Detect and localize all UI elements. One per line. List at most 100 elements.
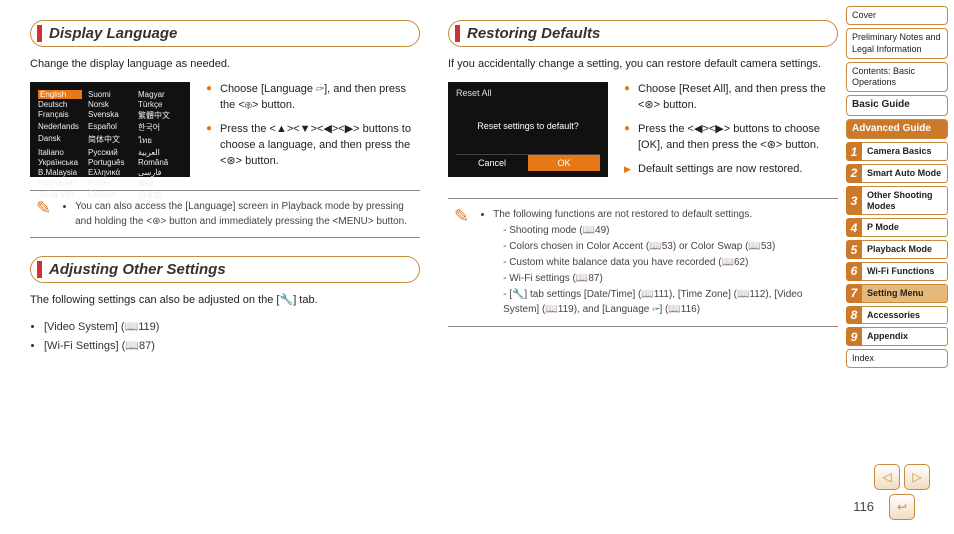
back-button[interactable]: ↩ bbox=[889, 494, 915, 520]
sidebar-num: 1 bbox=[846, 142, 862, 161]
sidebar-label: Setting Menu bbox=[862, 284, 948, 303]
sidebar-num: 4 bbox=[846, 218, 862, 237]
sidebar-item[interactable]: Contents: Basic Operations bbox=[846, 62, 948, 93]
display-language-intro: Change the display language as needed. bbox=[30, 57, 420, 72]
note-sub-list: - Shooting mode (📖49)- Colors chosen in … bbox=[493, 223, 832, 317]
note-sub-item: - Custom white balance data you have rec… bbox=[503, 255, 832, 270]
language-option: Norsk bbox=[88, 100, 132, 109]
sidebar-index[interactable]: Index bbox=[846, 349, 948, 368]
note-sub-item: - Wi-Fi settings (📖87) bbox=[503, 271, 832, 286]
adjust-list: [Video System] (📖119)[Wi-Fi Settings] (📖… bbox=[30, 318, 420, 355]
sidebar-label: P Mode bbox=[862, 218, 948, 237]
language-option: Română bbox=[138, 158, 182, 167]
sidebar-sub-item[interactable]: 7Setting Menu bbox=[846, 284, 948, 303]
language-option: Türkçe bbox=[138, 100, 182, 109]
language-option: العربية bbox=[138, 148, 182, 157]
prev-page-button[interactable]: ◁ bbox=[874, 464, 900, 490]
language-option: Español bbox=[88, 122, 132, 133]
right-column: Restoring Defaults If you accidentally c… bbox=[448, 20, 838, 524]
sidebar-sub-item[interactable]: 4P Mode bbox=[846, 218, 948, 237]
restore-steps: Choose [Reset All], and then press the <… bbox=[624, 82, 838, 186]
display-language-steps: Choose [Language 🖙], and then press the … bbox=[206, 82, 420, 178]
reset-title: Reset All bbox=[456, 88, 600, 98]
sidebar-label: Smart Auto Mode bbox=[862, 164, 948, 183]
sidebar-num: 7 bbox=[846, 284, 862, 303]
sidebar-nav: Cover Preliminary Notes and Legal Informa… bbox=[846, 0, 954, 534]
reset-screen-thumb: Reset All Reset settings to default? Can… bbox=[448, 82, 608, 177]
step-result: Default settings are now restored. bbox=[624, 162, 838, 178]
sidebar-label: Accessories bbox=[862, 306, 948, 325]
note-list: You can also access the [Language] scree… bbox=[61, 199, 414, 229]
sidebar-label: Camera Basics bbox=[862, 142, 948, 161]
sidebar-label: Wi-Fi Functions bbox=[862, 262, 948, 281]
sidebar-item[interactable]: Preliminary Notes and Legal Information bbox=[846, 28, 948, 59]
language-option: 繁體中文 bbox=[138, 110, 182, 121]
section-title: Restoring Defaults bbox=[467, 25, 825, 42]
sidebar-sub-item[interactable]: 5Playback Mode bbox=[846, 240, 948, 259]
restoring-defaults-intro: If you accidentally change a setting, yo… bbox=[448, 57, 838, 72]
sidebar-sub-item[interactable]: 9Appendix bbox=[846, 327, 948, 346]
language-option: Svenska bbox=[88, 110, 132, 121]
sidebar-sub-item[interactable]: 1Camera Basics bbox=[846, 142, 948, 161]
sidebar-basic-guide[interactable]: Basic Guide bbox=[846, 95, 948, 116]
footer-nav: ◁ ▷ ↩ bbox=[874, 464, 930, 520]
sidebar-num: 3 bbox=[846, 186, 862, 216]
reset-buttons: Cancel OK bbox=[456, 154, 600, 171]
cancel-label: Cancel bbox=[456, 155, 528, 171]
language-screen-thumb: EnglishSuomiMagyarDeutschNorskTürkçeFran… bbox=[30, 82, 190, 177]
sidebar-num: 8 bbox=[846, 306, 862, 325]
reset-message: Reset settings to default? bbox=[456, 121, 600, 131]
sidebar-num: 6 bbox=[846, 262, 862, 281]
sidebar-num: 9 bbox=[846, 327, 862, 346]
sidebar-sub-item[interactable]: 8Accessories bbox=[846, 306, 948, 325]
step-item: Choose [Reset All], and then press the <… bbox=[624, 82, 838, 114]
note-lead-text: The following functions are not restored… bbox=[493, 209, 752, 220]
manual-page: Display Language Change the display lang… bbox=[0, 0, 954, 534]
adjust-item: [Video System] (📖119) bbox=[44, 318, 420, 337]
pencil-icon: ✎ bbox=[36, 199, 51, 229]
sidebar-sub-item[interactable]: 2Smart Auto Mode bbox=[846, 164, 948, 183]
sidebar-num: 2 bbox=[846, 164, 862, 183]
adjusting-settings-intro: The following settings can also be adjus… bbox=[30, 293, 420, 308]
section-title: Display Language bbox=[49, 25, 407, 42]
restoring-defaults-header: Restoring Defaults bbox=[448, 20, 838, 47]
language-option: English bbox=[38, 90, 82, 99]
language-option: Polski bbox=[88, 178, 132, 189]
language-option: हिन्दी bbox=[138, 178, 182, 189]
language-option: Suomi bbox=[88, 90, 132, 99]
ok-label: OK bbox=[528, 155, 600, 171]
language-option: Italiano bbox=[38, 148, 82, 157]
language-option: Ελληνικά bbox=[88, 168, 132, 177]
language-option: ไทย bbox=[138, 134, 182, 147]
section-title: Adjusting Other Settings bbox=[49, 261, 407, 278]
display-language-instructions: EnglishSuomiMagyarDeutschNorskTürkçeFran… bbox=[30, 82, 420, 178]
pencil-icon: ✎ bbox=[454, 207, 469, 318]
note-sub-item: - Shooting mode (📖49) bbox=[503, 223, 832, 238]
language-option: Nederlands bbox=[38, 122, 82, 133]
sidebar-sub-item[interactable]: 6Wi-Fi Functions bbox=[846, 262, 948, 281]
note-sub-item: - Colors chosen in Color Accent (📖53) or… bbox=[503, 239, 832, 254]
sidebar-label: Playback Mode bbox=[862, 240, 948, 259]
step-item: Press the <▲><▼><◀><▶> buttons to choose… bbox=[206, 122, 420, 170]
note-text: You can also access the [Language] scree… bbox=[75, 199, 414, 229]
language-option: Deutsch bbox=[38, 100, 82, 109]
sidebar-item[interactable]: Cover bbox=[846, 6, 948, 25]
language-option: 한국어 bbox=[138, 122, 182, 133]
sidebar-advanced-guide[interactable]: Advanced Guide bbox=[846, 119, 948, 140]
step-item: Choose [Language 🖙], and then press the … bbox=[206, 82, 420, 114]
adjusting-settings-header: Adjusting Other Settings bbox=[30, 256, 420, 283]
display-language-header: Display Language bbox=[30, 20, 420, 47]
page-number: 116 bbox=[853, 499, 874, 514]
sidebar-sub-item[interactable]: 3Other Shooting Modes bbox=[846, 186, 948, 216]
note-sub-item: - [🔧] tab settings [Date/Time] (📖111), [… bbox=[503, 287, 832, 317]
language-option: Français bbox=[38, 110, 82, 121]
step-item: Press the <◀><▶> buttons to choose [OK],… bbox=[624, 122, 838, 154]
note-lead: The following functions are not restored… bbox=[493, 207, 832, 317]
language-option: Русский bbox=[88, 148, 132, 157]
language-option: فارسی bbox=[138, 168, 182, 177]
language-option: 简体中文 bbox=[88, 134, 132, 147]
sidebar-label: Other Shooting Modes bbox=[862, 186, 948, 216]
next-page-button[interactable]: ▷ bbox=[904, 464, 930, 490]
language-option: Português bbox=[88, 158, 132, 167]
restore-note: ✎ The following functions are not restor… bbox=[448, 198, 838, 327]
